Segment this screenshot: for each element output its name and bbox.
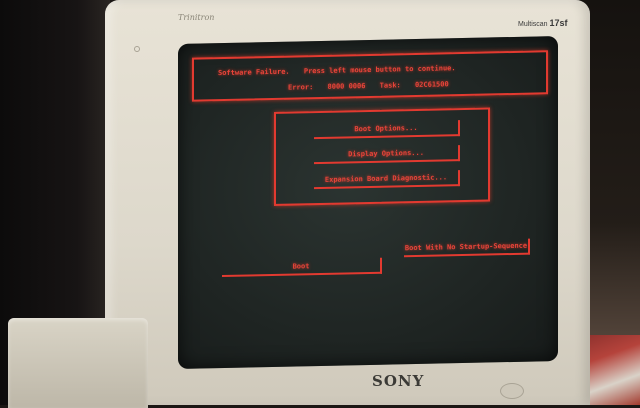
- alert-error-line: Error: 8000 0006 Task: 02C61500: [288, 80, 459, 92]
- early-startup-options-panel: Boot Options... Display Options... Expan…: [274, 107, 490, 206]
- sensor-dot-icon: [134, 46, 140, 52]
- power-button[interactable]: [500, 383, 524, 399]
- expansion-board-diagnostic-button[interactable]: Expansion Board Diagnostic...: [314, 170, 460, 190]
- alert-instruction: Press left mouse button to continue.: [303, 64, 456, 76]
- alert-title: Software Failure.: [218, 67, 290, 78]
- error-label: Error:: [288, 83, 314, 92]
- error-code: 8000 0006: [327, 82, 366, 91]
- crt-screen: Software Failure. Press left mouse butto…: [178, 36, 558, 369]
- task-code: 02C61500: [414, 80, 449, 90]
- speaker: [8, 318, 148, 408]
- guru-meditation-alert[interactable]: Software Failure. Press left mouse butto…: [192, 50, 548, 102]
- model-label: Multiscan 17sf: [518, 18, 568, 28]
- display-options-button[interactable]: Display Options...: [314, 145, 460, 165]
- model-prefix: Multiscan: [518, 21, 548, 28]
- model-number: 17sf: [549, 18, 568, 28]
- alert-message-line: Software Failure. Press left mouse butto…: [218, 64, 466, 77]
- trinitron-logo: Trinitron: [178, 13, 215, 22]
- sony-logo: SONY: [372, 372, 425, 390]
- task-label: Task:: [379, 81, 401, 90]
- boot-button[interactable]: Boot: [222, 257, 382, 278]
- boot-no-startup-button[interactable]: Boot With No Startup-Sequence: [404, 238, 530, 258]
- boot-options-button[interactable]: Boot Options...: [314, 120, 460, 140]
